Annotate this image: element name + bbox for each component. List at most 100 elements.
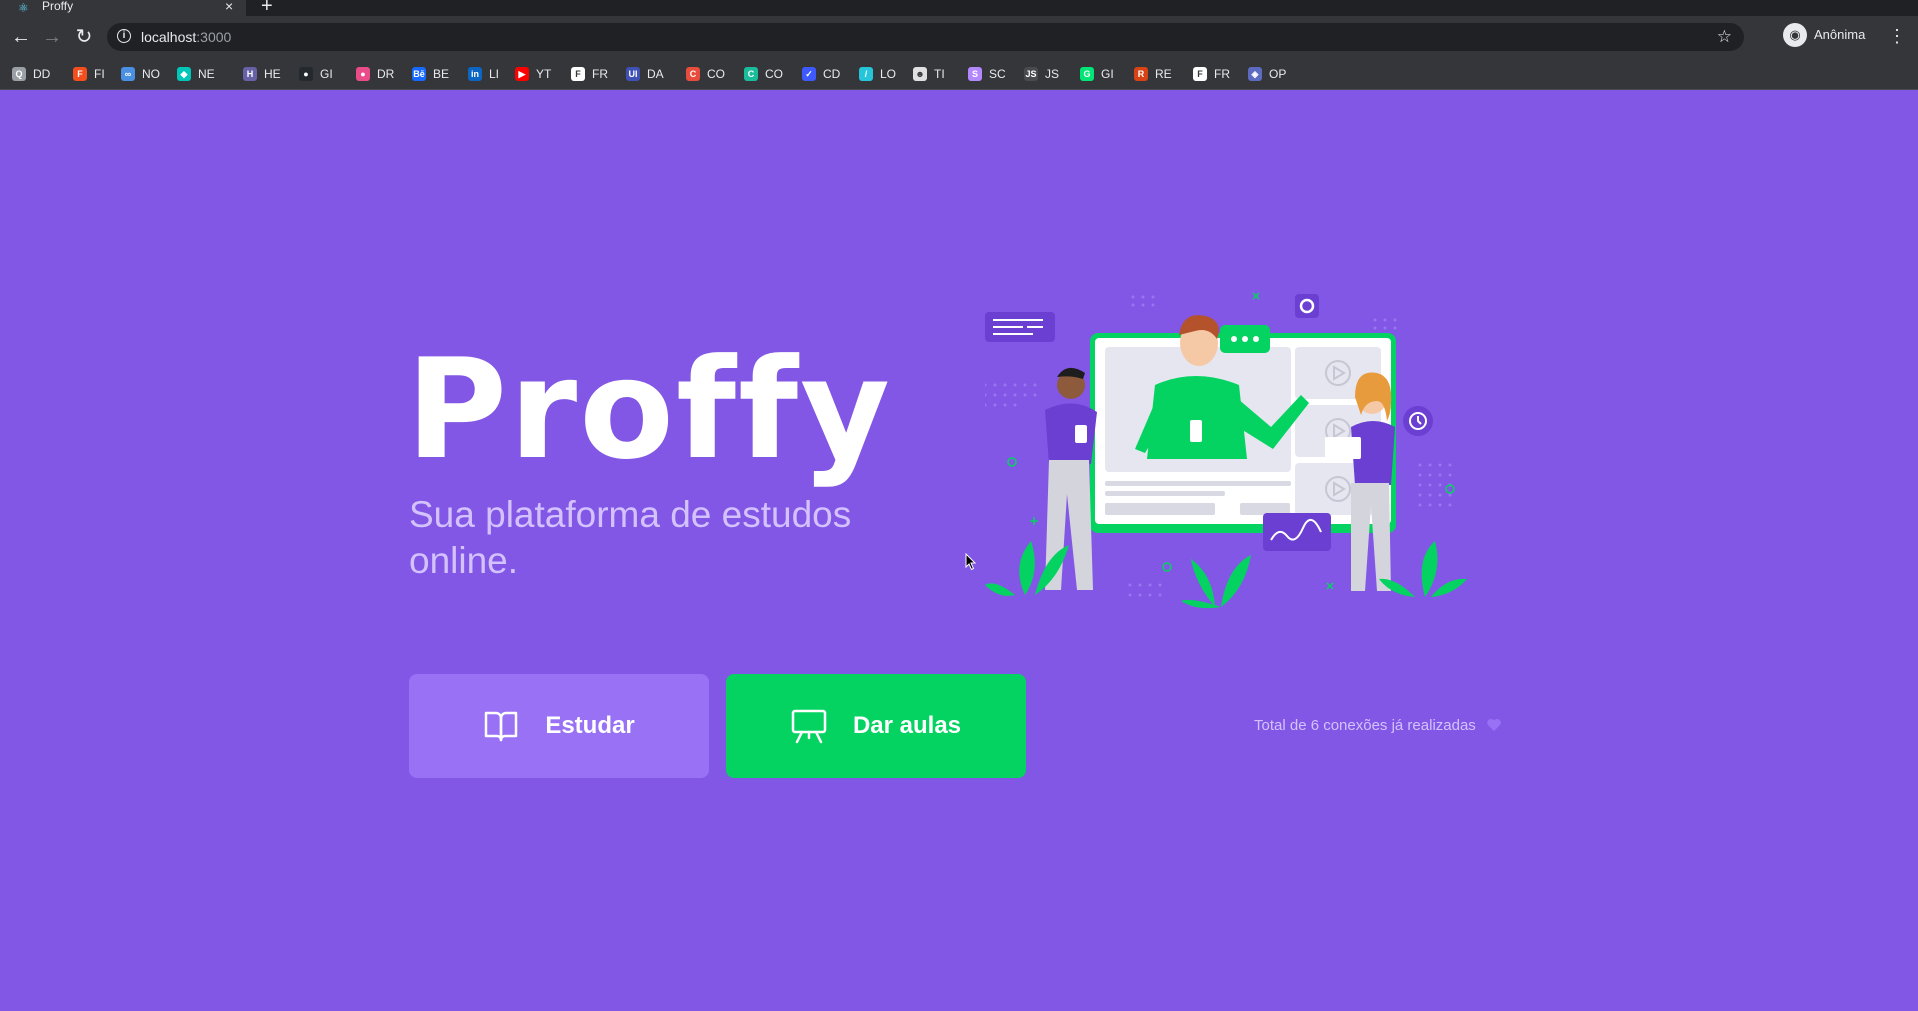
bookmark-favicon-icon: R bbox=[1134, 67, 1148, 81]
bookmark-favicon-icon: S bbox=[968, 67, 982, 81]
bookmark-favicon-icon: ✓ bbox=[802, 67, 816, 81]
bookmark-favicon-icon: ☻ bbox=[913, 67, 927, 81]
bookmark-label: DA bbox=[647, 67, 664, 81]
bookmark-item[interactable]: C CO bbox=[744, 66, 783, 82]
react-icon: ⚛ bbox=[18, 1, 29, 15]
bookmark-label: TI bbox=[934, 67, 945, 81]
kebab-menu-icon[interactable]: ⋮ bbox=[1888, 25, 1906, 47]
bookmark-favicon-icon: F bbox=[1193, 67, 1207, 81]
bookmark-favicon-icon: JS bbox=[1024, 67, 1038, 81]
teach-button-label: Dar aulas bbox=[852, 712, 962, 739]
bookmark-label: FR bbox=[592, 67, 608, 81]
bookmark-favicon-icon: C bbox=[744, 67, 758, 81]
bookmark-item[interactable]: R RE bbox=[1134, 66, 1172, 82]
bookmark-favicon-icon: ● bbox=[299, 67, 313, 81]
bookmark-favicon-icon: Bē bbox=[412, 67, 426, 81]
bookmark-favicon-icon: F bbox=[73, 67, 87, 81]
proffy-logo: Proffy bbox=[406, 329, 893, 490]
reload-icon[interactable]: ↻ bbox=[73, 26, 95, 48]
bookmark-label: HE bbox=[264, 67, 281, 81]
bookmark-item[interactable]: ✓ CD bbox=[802, 66, 840, 82]
presentation-icon bbox=[791, 709, 827, 744]
bookmark-label: OP bbox=[1269, 67, 1287, 81]
bookmark-label: CD bbox=[823, 67, 841, 81]
bookmark-item[interactable]: F FR bbox=[1193, 66, 1230, 82]
bookmark-star-icon[interactable]: ☆ bbox=[1717, 27, 1732, 47]
incognito-icon: ◉ bbox=[1783, 23, 1807, 47]
forward-arrow-icon[interactable]: → bbox=[41, 26, 63, 48]
bookmark-label: NO bbox=[142, 67, 160, 81]
bookmark-favicon-icon: ◆ bbox=[177, 67, 191, 81]
bookmarks-bar: Q DD F FI ∞ NO ◆ NE H HE ● GI ● DR Bē BE in LI ▶ YT F FR UI DA C… bbox=[0, 58, 1918, 90]
bookmark-label: GI bbox=[1101, 67, 1114, 81]
address-bar[interactable]: i localhost:3000 ☆ bbox=[107, 23, 1744, 51]
bookmark-item[interactable]: ▶ YT bbox=[515, 66, 551, 82]
bookmark-favicon-icon: UI bbox=[626, 67, 640, 81]
connections-text: Total de 6 conexões já realizadas bbox=[1254, 717, 1476, 734]
study-button-label: Estudar bbox=[545, 712, 635, 739]
new-tab-icon[interactable]: + bbox=[261, 0, 273, 16]
bookmark-label: JS bbox=[1045, 67, 1060, 81]
bookmark-item[interactable]: ◈ OP bbox=[1248, 66, 1286, 82]
connections-counter: Total de 6 conexões já realizadas bbox=[1254, 717, 1502, 735]
mouse-cursor-icon bbox=[965, 553, 977, 571]
browser-tab-strip: ⚛ Proffy × + bbox=[0, 0, 1918, 16]
bookmark-favicon-icon: F bbox=[571, 67, 585, 81]
profile-label: Anônima bbox=[1814, 27, 1866, 42]
bookmark-favicon-icon: G bbox=[1080, 67, 1094, 81]
url-text[interactable]: localhost:3000 bbox=[141, 29, 231, 45]
bookmark-favicon-icon: ◈ bbox=[1248, 67, 1262, 81]
bookmark-label: GI bbox=[320, 67, 333, 81]
browser-tab[interactable]: ⚛ Proffy × bbox=[0, 0, 246, 16]
bookmark-item[interactable]: Bē BE bbox=[412, 66, 449, 82]
bookmark-item[interactable]: Q DD bbox=[12, 66, 50, 82]
bookmark-item[interactable]: S SC bbox=[968, 66, 1006, 82]
bookmark-label: FR bbox=[1214, 67, 1230, 81]
tab-title: Proffy bbox=[42, 0, 74, 13]
bookmark-label: DD bbox=[33, 67, 51, 81]
bookmark-item[interactable]: H HE bbox=[243, 66, 281, 82]
back-arrow-icon[interactable]: ← bbox=[10, 26, 32, 48]
bookmark-label: LI bbox=[489, 67, 500, 81]
bookmark-label: NE bbox=[198, 67, 215, 81]
study-button[interactable]: Estudar bbox=[409, 674, 709, 778]
bookmark-item[interactable]: ☻ TI bbox=[913, 66, 945, 82]
browser-toolbar: ← → ↻ i localhost:3000 ☆ ◉ Anônima ⋮ bbox=[0, 16, 1918, 58]
bookmark-item[interactable]: G GI bbox=[1080, 66, 1114, 82]
bookmark-item[interactable]: ● GI bbox=[299, 66, 333, 82]
bookmark-item[interactable]: F FR bbox=[571, 66, 608, 82]
bookmark-favicon-icon: ▶ bbox=[515, 67, 529, 81]
bookmark-favicon-icon: C bbox=[686, 67, 700, 81]
bookmark-item[interactable]: F FI bbox=[73, 66, 105, 82]
bookmark-item[interactable]: ● DR bbox=[356, 66, 394, 82]
url-host: localhost bbox=[141, 29, 197, 45]
bookmark-item[interactable]: / LO bbox=[859, 66, 896, 82]
bookmark-favicon-icon: H bbox=[243, 67, 257, 81]
bookmark-item[interactable]: in LI bbox=[468, 66, 499, 82]
book-icon bbox=[485, 711, 518, 742]
bookmark-favicon-icon: in bbox=[468, 67, 482, 81]
bookmark-favicon-icon: ● bbox=[356, 67, 370, 81]
bookmark-label: RE bbox=[1155, 67, 1172, 81]
bookmark-label: SC bbox=[989, 67, 1006, 81]
bookmark-favicon-icon: / bbox=[859, 67, 873, 81]
url-port: :3000 bbox=[196, 29, 232, 45]
bookmark-favicon-icon: Q bbox=[12, 67, 26, 81]
teach-button[interactable]: Dar aulas bbox=[726, 674, 1026, 778]
bookmark-item[interactable]: UI DA bbox=[626, 66, 664, 82]
bookmark-label: CO bbox=[765, 67, 783, 81]
bookmark-item[interactable]: C CO bbox=[686, 66, 725, 82]
bookmark-item[interactable]: ∞ NO bbox=[121, 66, 160, 82]
close-tab-icon[interactable]: × bbox=[225, 0, 233, 14]
site-info-icon[interactable]: i bbox=[117, 29, 131, 43]
bookmark-item[interactable]: ◆ NE bbox=[177, 66, 215, 82]
bookmark-favicon-icon: ∞ bbox=[121, 67, 135, 81]
landing-illustration bbox=[985, 292, 1467, 609]
bookmark-label: BE bbox=[433, 67, 450, 81]
bookmark-label: YT bbox=[536, 67, 552, 81]
bookmark-label: CO bbox=[707, 67, 725, 81]
bookmark-label: FI bbox=[94, 67, 105, 81]
bookmark-label: DR bbox=[377, 67, 395, 81]
bookmark-item[interactable]: JS JS bbox=[1024, 66, 1059, 82]
purple-heart-icon bbox=[1487, 719, 1501, 731]
